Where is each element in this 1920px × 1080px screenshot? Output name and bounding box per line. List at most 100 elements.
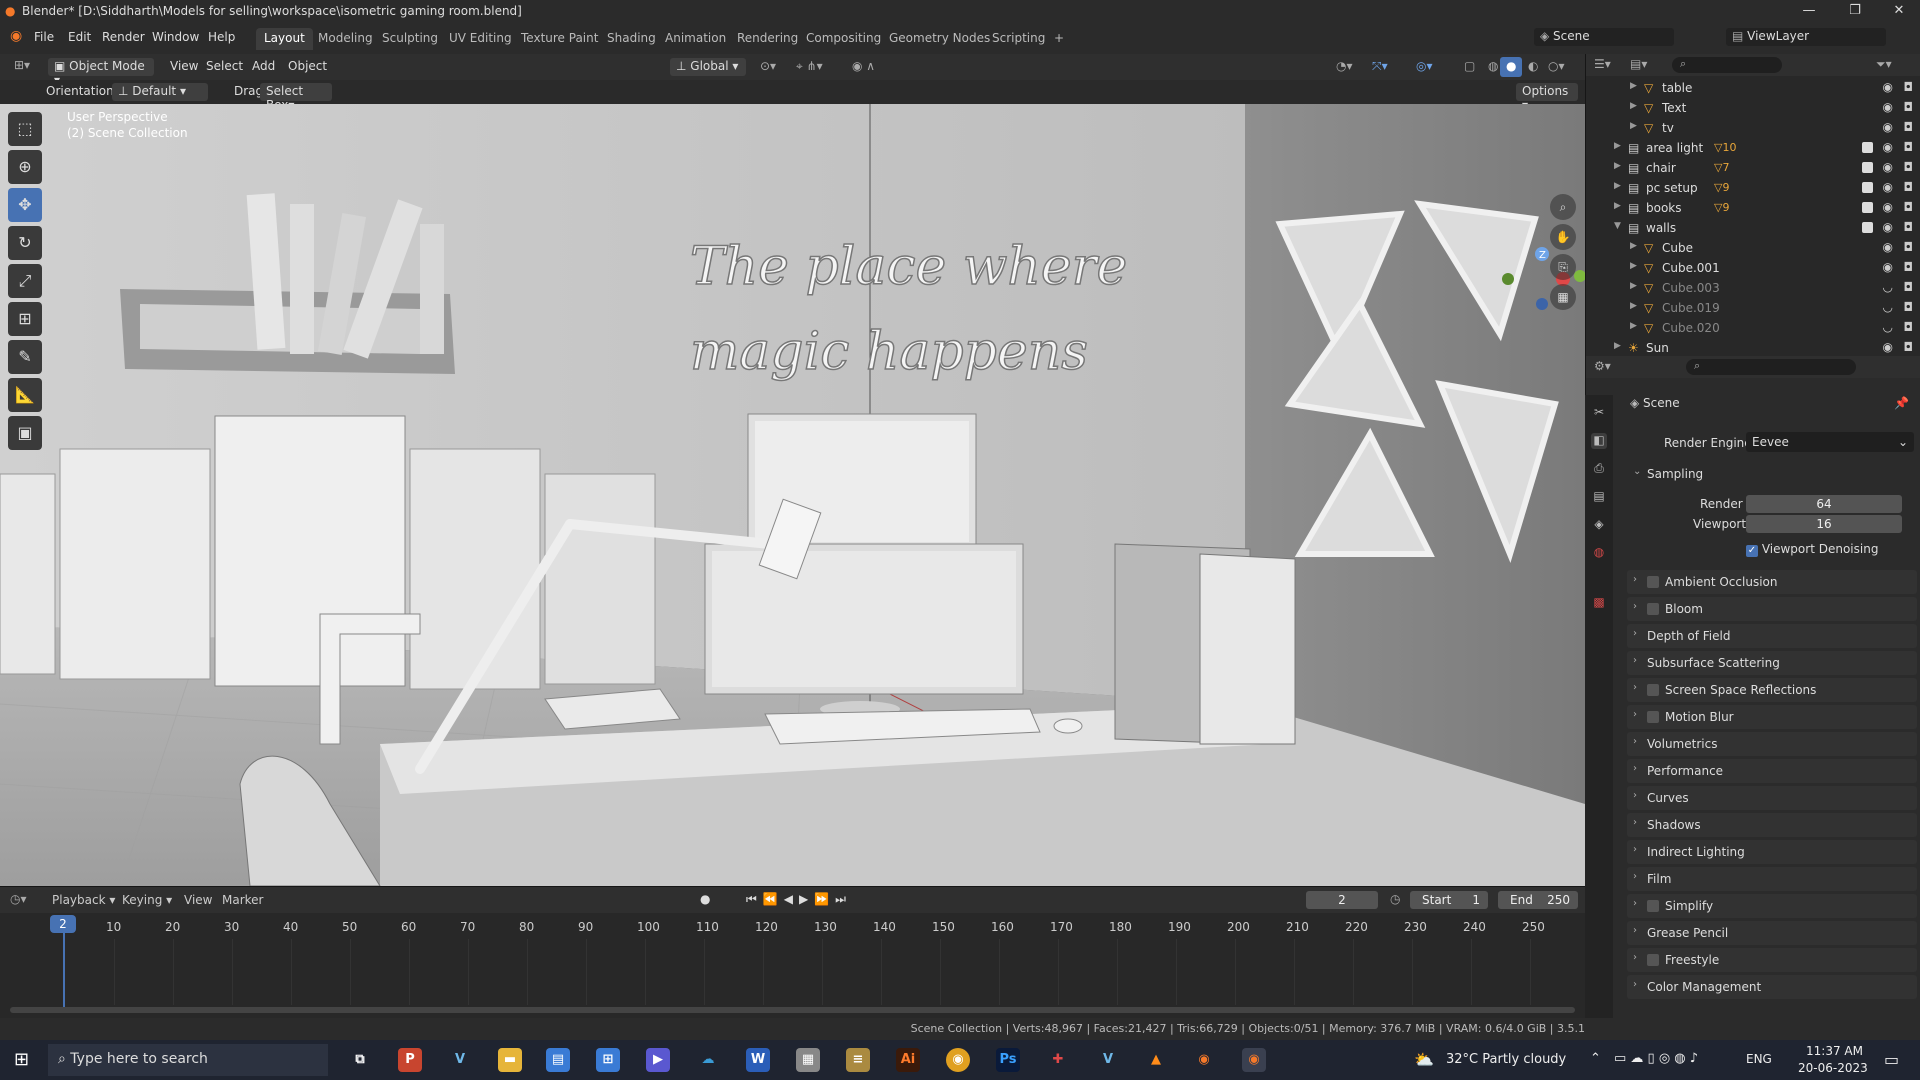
- outliner-item[interactable]: ▶ ▽ Cube.001 ◉ ◘: [1586, 258, 1920, 278]
- menu-object[interactable]: Object: [282, 57, 333, 77]
- filter-icon[interactable]: ⏷▾: [1876, 57, 1892, 72]
- section-bloom[interactable]: › Bloom: [1627, 597, 1917, 621]
- outliner-item[interactable]: ▶ ▽ Text ◉ ◘: [1586, 98, 1920, 118]
- render-engine-dropdown[interactable]: Eevee ⌄: [1746, 432, 1914, 452]
- section-checkbox[interactable]: [1647, 684, 1659, 696]
- 3d-viewport[interactable]: The place where magic happens Z User Per…: [0, 104, 1585, 886]
- rendered-shading-icon[interactable]: ○▾: [1542, 57, 1571, 77]
- render-camera-icon[interactable]: ◘: [1904, 80, 1914, 94]
- exclude-checkbox[interactable]: [1862, 222, 1873, 233]
- pin-icon[interactable]: 📌: [1894, 396, 1909, 410]
- transform-space-dropdown[interactable]: ⊥ Global ▾: [670, 58, 746, 76]
- properties-search-input[interactable]: ⌕: [1686, 359, 1856, 375]
- transform-tool-icon[interactable]: ⊞: [8, 302, 42, 336]
- camera-view-icon[interactable]: ⎘: [1550, 254, 1576, 280]
- app-icon[interactable]: ▤: [546, 1048, 570, 1072]
- blender-active-icon[interactable]: ◉: [1242, 1048, 1266, 1072]
- tab-sculpting[interactable]: Sculpting: [374, 28, 446, 50]
- section-checkbox[interactable]: [1647, 954, 1659, 966]
- app-icon-3[interactable]: ≡: [846, 1048, 870, 1072]
- move-tool-icon[interactable]: ✥: [8, 188, 42, 222]
- timeline-scrollbar[interactable]: [10, 1007, 1575, 1013]
- word-icon[interactable]: W: [746, 1048, 770, 1072]
- outliner-item[interactable]: ▶ ▤ pc setup ▽9 ◉ ◘: [1586, 178, 1920, 198]
- vlc-icon[interactable]: ▲: [1144, 1048, 1168, 1072]
- tray-icons[interactable]: ▭ ☁ ▯ ◎ ◍ ♪: [1614, 1051, 1698, 1066]
- tab-geometry-nodes[interactable]: Geometry Nodes: [881, 28, 998, 50]
- outliner-item[interactable]: ▶ ▽ Cube.020 ◡ ◘: [1586, 318, 1920, 338]
- outliner-item[interactable]: ▼ ▤ walls ◉ ◘: [1586, 218, 1920, 238]
- windows-start-icon[interactable]: ⊞: [14, 1049, 29, 1070]
- clock-date[interactable]: 20-06-2023: [1798, 1061, 1868, 1075]
- render-camera-icon[interactable]: ◘: [1904, 260, 1914, 274]
- view-layer-tab-icon[interactable]: ▤: [1591, 489, 1607, 505]
- overlay-icon[interactable]: ◎▾: [1410, 57, 1439, 77]
- render-camera-icon[interactable]: ◘: [1904, 200, 1914, 214]
- menu-view[interactable]: View: [164, 57, 204, 77]
- viewport-samples-field[interactable]: 16: [1746, 515, 1902, 533]
- exclude-checkbox[interactable]: [1862, 202, 1873, 213]
- menu-file[interactable]: File: [34, 30, 54, 44]
- menu-edit[interactable]: Edit: [68, 30, 91, 44]
- start-frame-field[interactable]: Start 1: [1410, 891, 1488, 909]
- current-frame-field[interactable]: 2: [1306, 891, 1378, 909]
- expand-arrow-icon[interactable]: ▶: [1630, 261, 1637, 271]
- expand-arrow-icon[interactable]: ▶: [1614, 201, 1621, 211]
- section-curves[interactable]: › Curves: [1627, 786, 1917, 810]
- illustrator-icon[interactable]: Ai: [896, 1048, 920, 1072]
- eye-icon[interactable]: ◉: [1883, 80, 1893, 94]
- section-shadows[interactable]: › Shadows: [1627, 813, 1917, 837]
- eye-icon[interactable]: ◉: [1883, 180, 1893, 194]
- sampling-section[interactable]: ⌄ Sampling: [1627, 462, 1917, 486]
- section-depth-of-field[interactable]: › Depth of Field: [1627, 624, 1917, 648]
- select-box-tool-icon[interactable]: ⬚: [8, 112, 42, 146]
- eye-icon[interactable]: ◉: [1883, 200, 1893, 214]
- scale-tool-icon[interactable]: ⤢: [8, 264, 42, 298]
- pan-icon[interactable]: ✋: [1550, 224, 1576, 250]
- render-camera-icon[interactable]: ◘: [1904, 240, 1914, 254]
- pivot-icon[interactable]: ⊙▾: [754, 57, 782, 77]
- tab-uv-editing[interactable]: UV Editing: [441, 28, 520, 50]
- photoshop-icon[interactable]: Ps: [996, 1048, 1020, 1072]
- store-icon[interactable]: ⊞: [596, 1048, 620, 1072]
- render-camera-icon[interactable]: ◘: [1904, 140, 1914, 154]
- eye-icon[interactable]: ◉: [1883, 340, 1893, 354]
- proportional-edit-icon[interactable]: ◉ ∧: [846, 57, 881, 77]
- tab-animation[interactable]: Animation: [657, 28, 734, 50]
- minimize-button[interactable]: —: [1786, 0, 1832, 22]
- expand-arrow-icon[interactable]: ▶: [1630, 101, 1637, 111]
- texture-tab-icon[interactable]: ▩: [1591, 595, 1607, 611]
- outliner-search-input[interactable]: ⌕: [1672, 57, 1782, 73]
- outliner-item[interactable]: ▶ ▽ Cube ◉ ◘: [1586, 238, 1920, 258]
- eye-icon[interactable]: ◉: [1883, 240, 1893, 254]
- timeline-view-menu[interactable]: View: [184, 893, 212, 907]
- outliner-item[interactable]: ▶ ▽ Cube.003 ◡ ◘: [1586, 278, 1920, 298]
- render-camera-icon[interactable]: ◘: [1904, 280, 1914, 294]
- render-camera-icon[interactable]: ◘: [1904, 340, 1914, 354]
- eye-icon[interactable]: ◉: [1883, 160, 1893, 174]
- expand-arrow-icon[interactable]: ▶: [1630, 121, 1637, 131]
- render-camera-icon[interactable]: ◘: [1904, 320, 1914, 334]
- eye-icon[interactable]: ◉: [1883, 120, 1893, 134]
- section-freestyle[interactable]: › Freestyle: [1627, 948, 1917, 972]
- tab-layout[interactable]: Layout: [256, 28, 313, 50]
- menu-window[interactable]: Window: [152, 30, 199, 44]
- render-tab-icon[interactable]: ◧: [1591, 433, 1607, 449]
- language-indicator[interactable]: ENG: [1746, 1052, 1772, 1066]
- eye-closed-icon[interactable]: ◡: [1883, 300, 1893, 314]
- expand-arrow-icon[interactable]: ▶: [1630, 241, 1637, 251]
- taskbar-search-input[interactable]: ⌕ Type here to search: [48, 1044, 328, 1076]
- measure-tool-icon[interactable]: 📐: [8, 378, 42, 412]
- notification-icon[interactable]: ▭: [1884, 1050, 1899, 1069]
- render-samples-field[interactable]: 64: [1746, 495, 1902, 513]
- maximize-button[interactable]: ❐: [1832, 0, 1878, 22]
- expand-arrow-icon[interactable]: ▶: [1614, 341, 1621, 351]
- gizmo-neg-y-axis[interactable]: [1502, 273, 1514, 285]
- editor-type-icon[interactable]: ⊞▾: [8, 56, 36, 76]
- solid-shading-icon[interactable]: ●: [1500, 57, 1523, 77]
- annotate-tool-icon[interactable]: ✎: [8, 340, 42, 374]
- xray-icon[interactable]: ▢: [1458, 57, 1481, 77]
- orientation-dropdown[interactable]: ⊥ Default ▾: [112, 83, 208, 101]
- outliner-item[interactable]: ▶ ▽ Cube.019 ◡ ◘: [1586, 298, 1920, 318]
- add-workspace-button[interactable]: +: [1046, 28, 1072, 50]
